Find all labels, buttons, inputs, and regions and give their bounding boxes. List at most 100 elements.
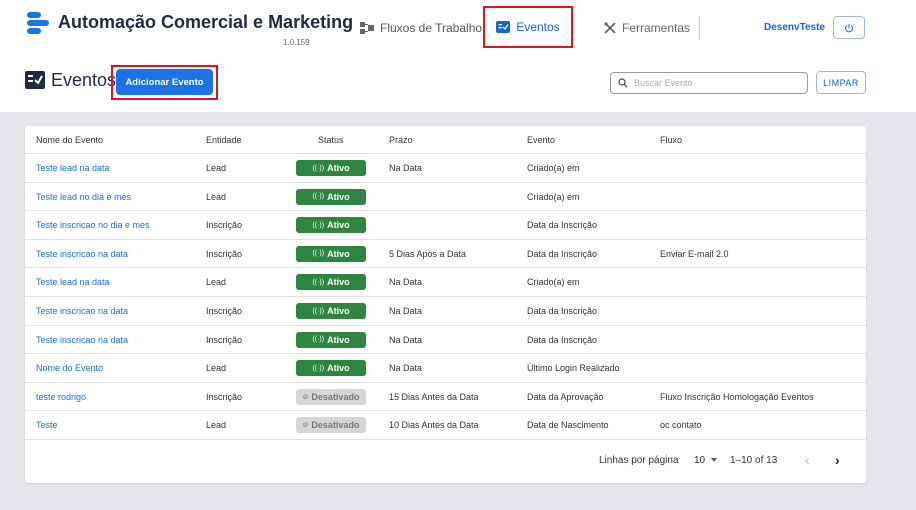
page-header: Eventos Adicionar Evento LIMPAR bbox=[0, 56, 916, 112]
status-badge[interactable]: ((·)) Ativo bbox=[296, 245, 366, 262]
nav-eventos[interactable]: Eventos bbox=[483, 6, 573, 48]
col-fluxo: Fluxo bbox=[660, 135, 683, 145]
event-entity: Lead bbox=[206, 163, 227, 173]
event-name-link[interactable]: Nome do Evento bbox=[36, 363, 103, 373]
broadcast-icon: ((·)) bbox=[312, 250, 325, 258]
search-input[interactable] bbox=[634, 78, 794, 88]
broadcast-icon: ((·)) bbox=[312, 221, 325, 229]
event-name-link[interactable]: Teste inscricao na data bbox=[36, 249, 128, 259]
user-name-link[interactable]: DesenvTeste bbox=[764, 22, 825, 33]
logout-button[interactable] bbox=[833, 16, 865, 39]
col-prazo: Prazo bbox=[389, 135, 413, 145]
status-badge[interactable]: ((·)) Ativo bbox=[296, 217, 366, 234]
event-trigger: Criado(a) em bbox=[527, 191, 580, 202]
event-name-link[interactable]: Teste lead na data bbox=[36, 277, 110, 287]
col-status: Status bbox=[318, 135, 344, 145]
status-badge[interactable]: ((·)) Ativo bbox=[296, 160, 366, 176]
event-deadline: Na Data bbox=[389, 363, 423, 374]
event-trigger: Data da Inscrição bbox=[527, 334, 598, 345]
event-trigger: Criado(a) em bbox=[527, 277, 580, 288]
event-trigger: Data de Nascimento bbox=[527, 420, 609, 431]
event-deadline: Na Data bbox=[389, 277, 423, 288]
event-entity: Lead bbox=[206, 277, 227, 288]
clear-button[interactable]: LIMPAR bbox=[816, 71, 866, 94]
page-title: Eventos bbox=[51, 70, 117, 90]
app-title: Automação Comercial e Marketing bbox=[58, 12, 354, 32]
event-name-link[interactable]: Teste inscricao no dia e mes bbox=[36, 220, 150, 230]
page-range: 1–10 of 13 bbox=[730, 455, 778, 466]
status-label: Ativo bbox=[327, 363, 350, 374]
table-row[interactable]: Teste inscricao no dia e mes Inscrição Dat… bbox=[25, 211, 866, 240]
app-version: 1.0.159 bbox=[283, 38, 310, 47]
search-box[interactable] bbox=[610, 72, 808, 94]
status-badge[interactable]: ⊘ Desativado bbox=[296, 417, 366, 434]
broadcast-icon: ((·)) bbox=[312, 164, 325, 172]
add-event-button[interactable]: Adicionar Evento bbox=[116, 69, 213, 95]
broadcast-icon: ((·)) bbox=[312, 193, 325, 201]
status-badge[interactable]: ⊘ Desativado bbox=[296, 388, 366, 405]
table-row[interactable]: Nome do Evento Lead Na Data Último Login Re… bbox=[25, 354, 866, 383]
status-label: Ativo bbox=[327, 220, 350, 231]
rows-per-page-select[interactable]: 10 bbox=[694, 455, 705, 466]
status-label: Ativo bbox=[327, 163, 350, 173]
event-trigger: Data da Inscrição bbox=[527, 306, 598, 316]
col-nome: Nome do Evento bbox=[36, 135, 104, 145]
status-label: Desativado bbox=[311, 391, 360, 402]
status-label: Ativo bbox=[327, 306, 350, 316]
next-page-icon[interactable]: › bbox=[835, 452, 840, 468]
event-name-link[interactable]: Teste lead no dia e mes bbox=[36, 192, 131, 202]
table-row[interactable]: Teste lead no dia e mes Lead Criado(a) em (… bbox=[25, 183, 866, 212]
event-entity: Inscrição bbox=[206, 334, 243, 345]
prev-page-icon[interactable]: ‹ bbox=[805, 452, 810, 468]
table-header: Nome do Evento Entidade Status Prazo Eve… bbox=[25, 126, 866, 154]
nav-fluxos-de-trabalho[interactable]: Fluxos de Trabalho bbox=[360, 14, 482, 42]
chevron-down-icon[interactable] bbox=[711, 458, 717, 462]
col-entidade: Entidade bbox=[206, 135, 242, 145]
top-bar: Automação Comercial e Marketing 1.0.159 … bbox=[0, 0, 916, 56]
table-row[interactable]: Teste lead na data Lead Na Data Criado(a) e… bbox=[25, 268, 866, 297]
status-badge[interactable]: ((·)) Ativo bbox=[296, 303, 366, 319]
broadcast-icon: ((·)) bbox=[312, 364, 325, 372]
event-deadline: Na Data bbox=[389, 163, 423, 173]
event-name-link[interactable]: teste rodrigo bbox=[36, 392, 86, 402]
event-entity: Inscrição bbox=[206, 391, 243, 402]
table-row[interactable]: Teste inscricao na data Inscrição 5 Dias A… bbox=[25, 240, 866, 269]
event-name-link[interactable]: Teste inscricao na data bbox=[36, 306, 128, 316]
broadcast-off-icon: ⊘ bbox=[302, 422, 309, 430]
event-entity: Lead bbox=[206, 420, 227, 431]
event-trigger: Último Login Realizado bbox=[527, 363, 620, 374]
col-evento: Evento bbox=[527, 135, 556, 145]
status-label: Ativo bbox=[327, 277, 350, 288]
table-row[interactable]: Teste inscricao na data Inscrição Na Data D… bbox=[25, 326, 866, 355]
app-logo-icon bbox=[27, 12, 49, 34]
event-deadline: 15 Dias Antes da Data bbox=[389, 391, 479, 402]
event-flow: Enviar E-mail 2.0 bbox=[660, 248, 729, 259]
event-name-link[interactable]: Teste bbox=[36, 420, 58, 430]
status-badge[interactable]: ((·)) Ativo bbox=[296, 274, 366, 291]
broadcast-icon: ((·)) bbox=[312, 278, 325, 286]
tools-icon bbox=[604, 22, 616, 34]
status-label: Desativado bbox=[311, 420, 360, 431]
workflow-icon bbox=[360, 22, 374, 34]
power-icon bbox=[845, 23, 853, 32]
event-name-link[interactable]: Teste lead na data bbox=[36, 163, 110, 173]
event-flow: oc contato bbox=[660, 420, 702, 431]
event-name-link[interactable]: Teste inscricao na data bbox=[36, 335, 128, 345]
table-row[interactable]: Teste lead na data Lead Na Data Criado(a) e… bbox=[25, 154, 866, 183]
nav-fluxos-label: Fluxos de Trabalho bbox=[380, 21, 483, 35]
nav-ferramentas[interactable]: Ferramentas bbox=[604, 14, 690, 42]
nav-eventos-label: Eventos bbox=[516, 20, 560, 34]
event-entity: Inscrição bbox=[206, 220, 243, 231]
table-row[interactable]: teste rodrigo Inscrição 15 Dias Antes da D… bbox=[25, 383, 866, 412]
status-badge[interactable]: ((·)) Ativo bbox=[296, 188, 366, 205]
table-row[interactable]: Teste inscricao na data Inscrição Na Data D… bbox=[25, 297, 866, 326]
table-row[interactable]: Teste Lead 10 Dias Antes da Data Data de Na… bbox=[25, 411, 866, 440]
status-label: Ativo bbox=[327, 334, 350, 345]
status-badge[interactable]: ((·)) Ativo bbox=[296, 331, 366, 348]
event-trigger: Data da Aprovação bbox=[527, 391, 604, 402]
event-entity: Inscrição bbox=[206, 306, 243, 316]
status-badge[interactable]: ((·)) Ativo bbox=[296, 360, 366, 377]
events-page-icon bbox=[25, 71, 45, 89]
event-entity: Lead bbox=[206, 191, 227, 202]
broadcast-off-icon: ⊘ bbox=[302, 393, 309, 401]
